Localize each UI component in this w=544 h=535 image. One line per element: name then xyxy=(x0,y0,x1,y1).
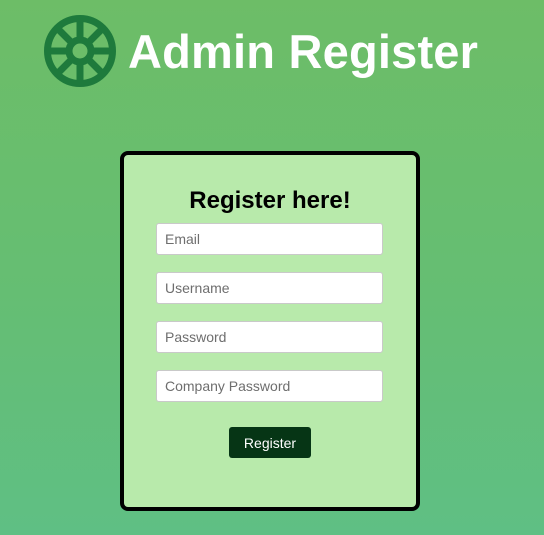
page-title: Admin Register xyxy=(128,24,479,78)
ship-wheel-icon xyxy=(44,15,116,87)
register-button[interactable]: Register xyxy=(229,427,311,458)
email-field[interactable] xyxy=(156,223,383,255)
form-title: Register here! xyxy=(189,187,351,214)
password-field[interactable] xyxy=(156,321,383,353)
register-form-card: Register here! Register xyxy=(120,151,420,511)
company-password-field[interactable] xyxy=(156,370,383,402)
page-header: Admin Register xyxy=(42,12,478,90)
username-field[interactable] xyxy=(156,272,383,304)
